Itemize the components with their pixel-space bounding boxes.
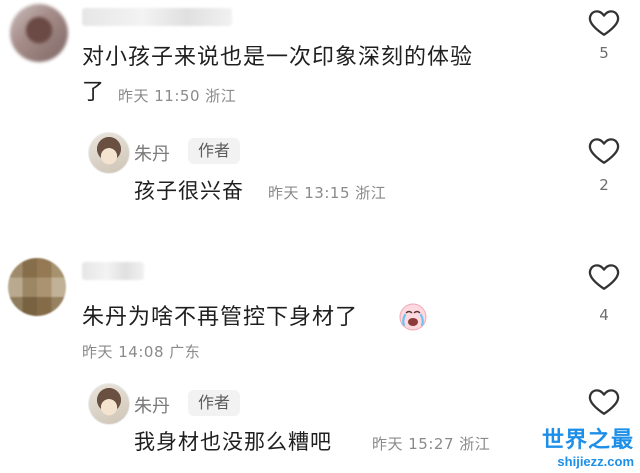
username-blurred[interactable] [82, 8, 232, 26]
reply-meta: 昨天 13:15 浙江 [268, 182, 386, 203]
comment-location: 浙江 [205, 87, 237, 105]
reply-text: 孩子很兴奋 [134, 179, 244, 203]
comment-text: 对小孩子来说也是一次印象深刻的体验 [82, 45, 474, 70]
site-watermark: 世界之最 shijiezz.com [542, 422, 634, 469]
watermark-logo: 世界之最 [541, 428, 634, 453]
comment-time: 昨天 14:08 [82, 343, 164, 361]
comment-text-continued: 了 [82, 80, 106, 105]
heart-icon[interactable] [587, 384, 621, 418]
reply-time: 昨天 15:27 [372, 435, 454, 453]
author-avatar[interactable] [88, 132, 130, 174]
comment-time: 昨天 11:50 [118, 87, 200, 105]
reply-time: 昨天 13:15 [268, 184, 350, 202]
reply-location: 浙江 [355, 184, 387, 202]
heart-icon[interactable] [587, 5, 621, 39]
comment-location: 广东 [169, 343, 201, 361]
comment-meta: 昨天 14:08 广东 [82, 341, 200, 362]
author-badge: 作者 [188, 390, 241, 416]
comment-text: 朱丹为啥不再管控下身材了 [82, 305, 359, 330]
heart-icon[interactable] [587, 259, 621, 293]
avatar[interactable] [8, 258, 66, 316]
watermark-url: shijiezz.com [557, 454, 634, 469]
heart-icon[interactable] [587, 133, 621, 167]
reply-location: 浙江 [459, 435, 491, 453]
comment-meta: 昨天 11:50 浙江 [118, 85, 236, 106]
reply-meta: 昨天 15:27 浙江 [372, 433, 490, 454]
reply-text: 我身材也没那么糟吧 [134, 430, 332, 454]
like-count: 4 [599, 306, 609, 324]
author-badge: 作者 [188, 138, 241, 164]
like-count: 5 [599, 44, 609, 62]
author-avatar[interactable] [88, 383, 130, 425]
username-blurred[interactable] [82, 262, 144, 280]
crying-face-emoji-icon [399, 303, 427, 331]
reply-author-name[interactable]: 朱丹 [134, 392, 170, 418]
like-count: 2 [599, 176, 609, 194]
avatar[interactable] [10, 4, 68, 62]
reply-author-name[interactable]: 朱丹 [134, 140, 170, 166]
